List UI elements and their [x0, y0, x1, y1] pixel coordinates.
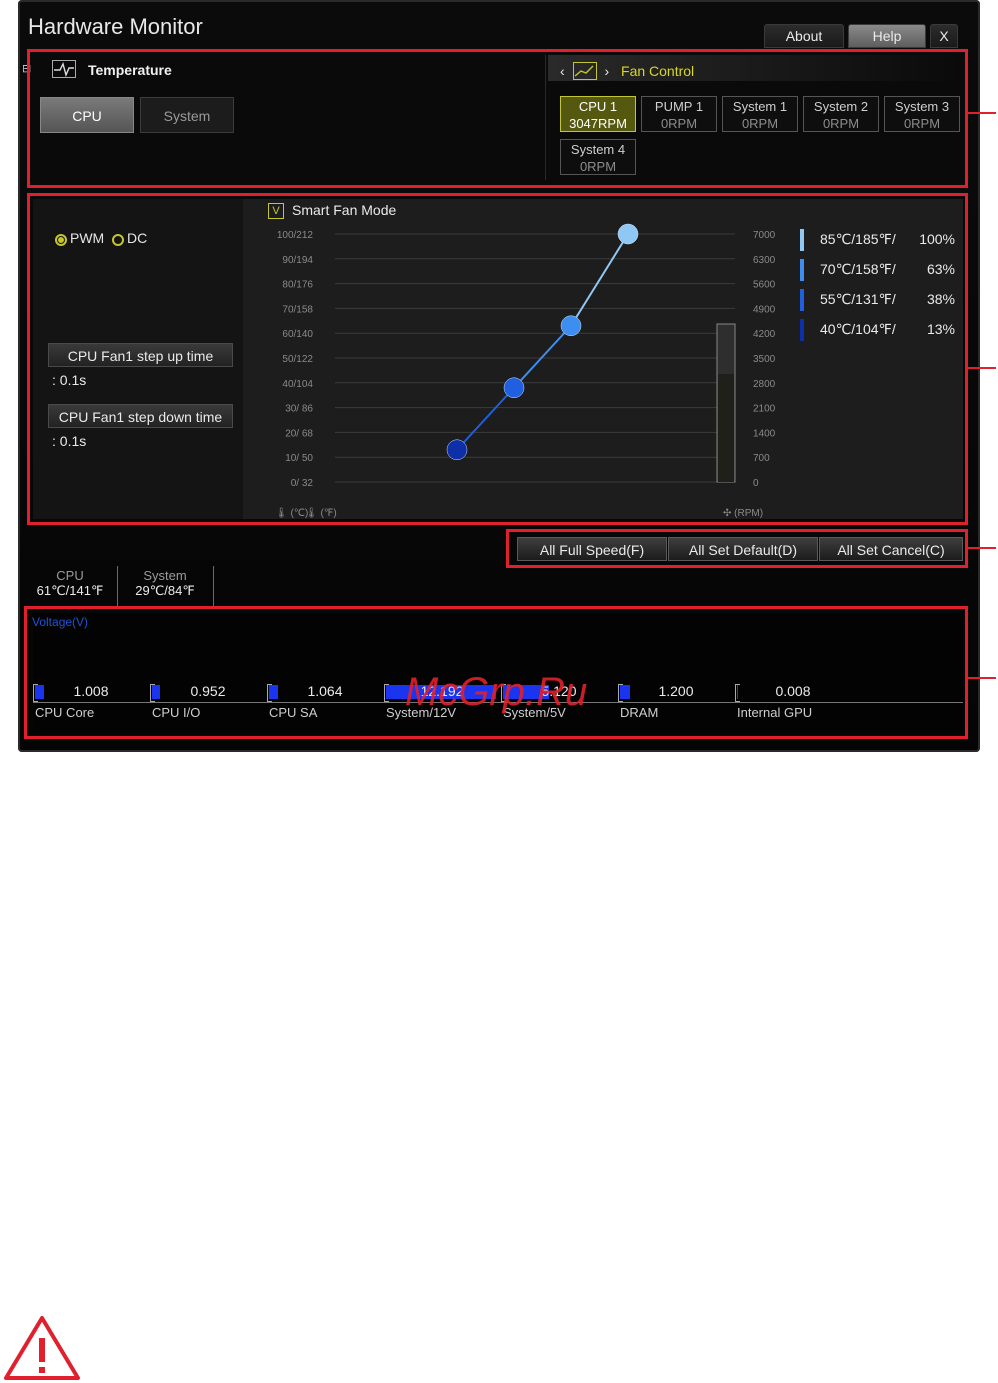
callout-box: [27, 49, 968, 188]
callout-box: [24, 606, 968, 739]
window-title: Hardware Monitor: [28, 14, 203, 39]
readout-name: CPU: [56, 568, 84, 583]
callout-line: [968, 547, 996, 549]
close-button[interactable]: X: [930, 24, 958, 48]
help-button[interactable]: Help: [848, 24, 926, 48]
readout-name: System: [143, 568, 187, 583]
about-button[interactable]: About: [764, 24, 844, 48]
callout-box: [506, 529, 968, 568]
readout-value: 29℃/84℉: [135, 583, 195, 598]
callout-line: [968, 367, 996, 369]
divider: [117, 566, 118, 606]
warning-icon: [4, 1316, 80, 1380]
readout-value: 61℃/141℉: [36, 583, 104, 598]
callout-line: [968, 677, 996, 679]
divider: [213, 566, 214, 606]
readout-system: System 29℃/84℉: [121, 568, 209, 599]
readout-cpu: CPU 61℃/141℉: [26, 568, 114, 599]
callout-box: [27, 193, 968, 525]
callout-line: [968, 112, 996, 114]
